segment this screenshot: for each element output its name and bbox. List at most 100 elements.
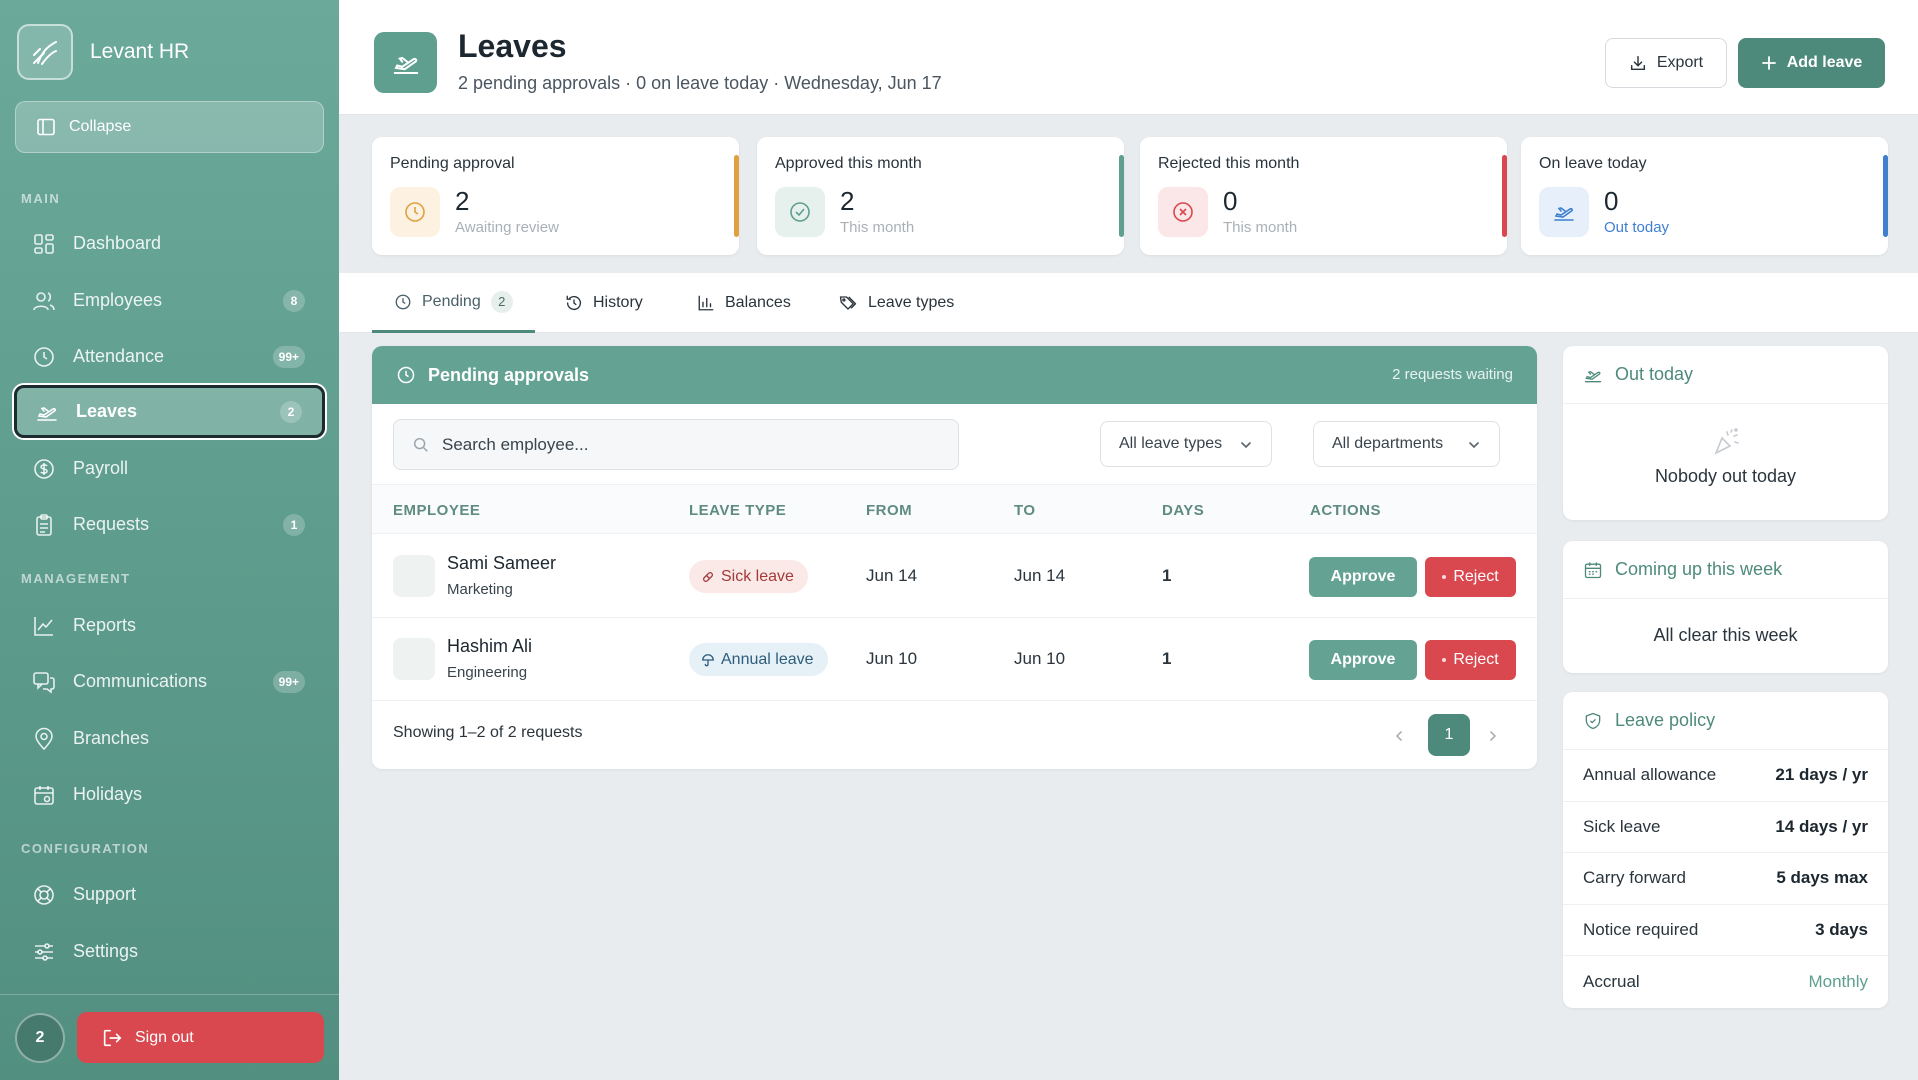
panel-title: Pending approvals <box>428 364 590 385</box>
add-leave-button[interactable]: Add leave <box>1738 38 1885 88</box>
policy-label: Annual allowance <box>1583 765 1717 785</box>
sidebar-item-holidays[interactable]: Holidays <box>14 768 325 821</box>
tab-balances[interactable]: Balances <box>697 273 791 333</box>
tags-icon <box>838 294 858 312</box>
leave-type-chip: Annual leave <box>689 643 828 676</box>
export-button[interactable]: Export <box>1605 38 1727 88</box>
search-input[interactable] <box>442 434 922 455</box>
stat-label: Pending approval <box>390 155 515 172</box>
chevron-down-icon <box>1239 438 1253 452</box>
stat-accent-bar <box>734 155 739 237</box>
policy-label: Carry forward <box>1583 868 1686 888</box>
sidebar-item-reports[interactable]: Reports <box>14 599 325 652</box>
calendar-icon <box>1583 560 1603 580</box>
badge: 1 <box>283 513 305 536</box>
stat-value: 2 <box>455 186 470 216</box>
empty-state-text: Nobody out today <box>1654 466 1797 486</box>
tab-label: Leave types <box>868 294 955 311</box>
sidebar-item-support[interactable]: Support <box>14 868 325 921</box>
reject-button[interactable]: Reject <box>1425 557 1516 597</box>
clock-icon <box>396 365 416 385</box>
sidebar-footer: 2 Sign out <box>0 994 339 1080</box>
policy-value: 21 days / yr <box>1775 765 1868 785</box>
stat-card-pending: Pending approval 2 Awaiting review <box>372 137 739 255</box>
check-circle-icon <box>775 187 825 237</box>
chart-line-icon <box>32 614 56 638</box>
collapse-button[interactable]: Collapse <box>15 101 324 153</box>
sidebar-item-settings[interactable]: Settings <box>14 925 325 978</box>
avatar[interactable]: 2 <box>15 1013 65 1063</box>
leave-policy-card: Leave policy Annual allowance 21 days / … <box>1563 692 1888 1008</box>
pill-icon <box>701 570 715 584</box>
reject-button[interactable]: Reject <box>1425 640 1516 680</box>
stat-sub: This month <box>840 219 915 236</box>
approve-button[interactable]: Approve <box>1309 640 1417 680</box>
column-header-days: DAYS <box>1162 502 1205 519</box>
sidebar-item-label: Communications <box>73 671 208 691</box>
leave-type-filter[interactable]: All leave types <box>1100 421 1272 467</box>
days-count: 1 <box>1162 649 1172 668</box>
sidebar-item-label: Payroll <box>73 458 129 478</box>
employee-name[interactable]: Hashim Ali <box>447 636 532 657</box>
stat-label: On leave today <box>1539 155 1647 172</box>
sidebar-item-label: Branches <box>73 728 150 748</box>
tab-leave-types[interactable]: Leave types <box>838 273 954 333</box>
stat-value: 0 <box>1604 186 1619 216</box>
tab-pending[interactable]: Pending 2 <box>372 273 535 333</box>
clock-icon <box>394 293 412 311</box>
sidebar-item-requests[interactable]: Requests 1 <box>14 498 325 551</box>
sidebar-item-branches[interactable]: Branches <box>14 712 325 765</box>
employee-name[interactable]: Sami Sameer <box>447 553 556 574</box>
reject-label: Reject <box>1453 651 1499 668</box>
pagination-page-1[interactable]: 1 <box>1428 714 1470 756</box>
plane-icon <box>1539 187 1589 237</box>
sidebar-item-leaves[interactable]: Leaves 2 <box>14 385 325 438</box>
sidebar-item-label: Reports <box>73 615 137 635</box>
leave-type-label: Annual leave <box>721 650 814 668</box>
search-box <box>393 419 959 470</box>
badge: 99+ <box>272 670 305 693</box>
plane-icon <box>35 400 59 424</box>
stat-card-approved: Approved this month 2 This month <box>757 137 1124 255</box>
department-filter[interactable]: All departments <box>1313 421 1500 467</box>
chevron-right-icon <box>1487 730 1499 742</box>
card-header: Leave policy <box>1563 692 1888 750</box>
nav-section-management: MANAGEMENT <box>21 571 131 586</box>
reject-label: Reject <box>1453 568 1499 585</box>
employee-avatar <box>393 638 435 680</box>
sidebar-item-attendance[interactable]: Attendance 99+ <box>14 330 325 383</box>
chevron-left-icon <box>1393 730 1405 742</box>
stat-accent-bar <box>1502 155 1507 237</box>
approve-button[interactable]: Approve <box>1309 557 1417 597</box>
stat-value: 0 <box>1223 186 1238 216</box>
map-pin-icon <box>32 727 56 751</box>
sidebar-item-communications[interactable]: Communications 99+ <box>14 655 325 708</box>
brand[interactable]: Levant HR <box>17 24 189 80</box>
tab-label: Pending <box>422 292 481 310</box>
table-row: Hashim Ali Engineering Annual leave Jun … <box>372 618 1537 701</box>
stat-value: 2 <box>840 186 855 216</box>
sidebar-item-payroll[interactable]: Payroll <box>14 442 325 495</box>
to-date: Jun 14 <box>1014 566 1066 585</box>
history-icon <box>565 294 583 312</box>
sidebar-item-label: Support <box>73 884 137 904</box>
pagination-next-button[interactable] <box>1478 716 1508 756</box>
plane-icon <box>374 32 437 93</box>
nav-section-main: MAIN <box>21 191 61 206</box>
badge: 8 <box>283 289 305 312</box>
clipboard-icon <box>32 513 56 537</box>
sidebar-item-employees[interactable]: Employees 8 <box>14 274 325 327</box>
stat-accent-bar <box>1883 155 1888 237</box>
column-header-employee: EMPLOYEE <box>393 502 481 519</box>
to-date: Jun 10 <box>1014 649 1066 668</box>
brand-logo-icon <box>17 24 73 80</box>
leave-type-filter-value: All leave types <box>1119 435 1223 452</box>
page-title: Leaves <box>458 28 567 64</box>
sign-out-button[interactable]: Sign out <box>77 1012 324 1063</box>
tab-history[interactable]: History <box>565 273 643 333</box>
sidebar-item-dashboard[interactable]: Dashboard <box>14 217 325 270</box>
days-count: 1 <box>1162 566 1172 585</box>
pagination-prev-button[interactable] <box>1384 716 1414 756</box>
policy-value: Monthly <box>1808 971 1868 991</box>
policy-row-sick-leave: Sick leave 14 days / yr <box>1563 802 1888 853</box>
